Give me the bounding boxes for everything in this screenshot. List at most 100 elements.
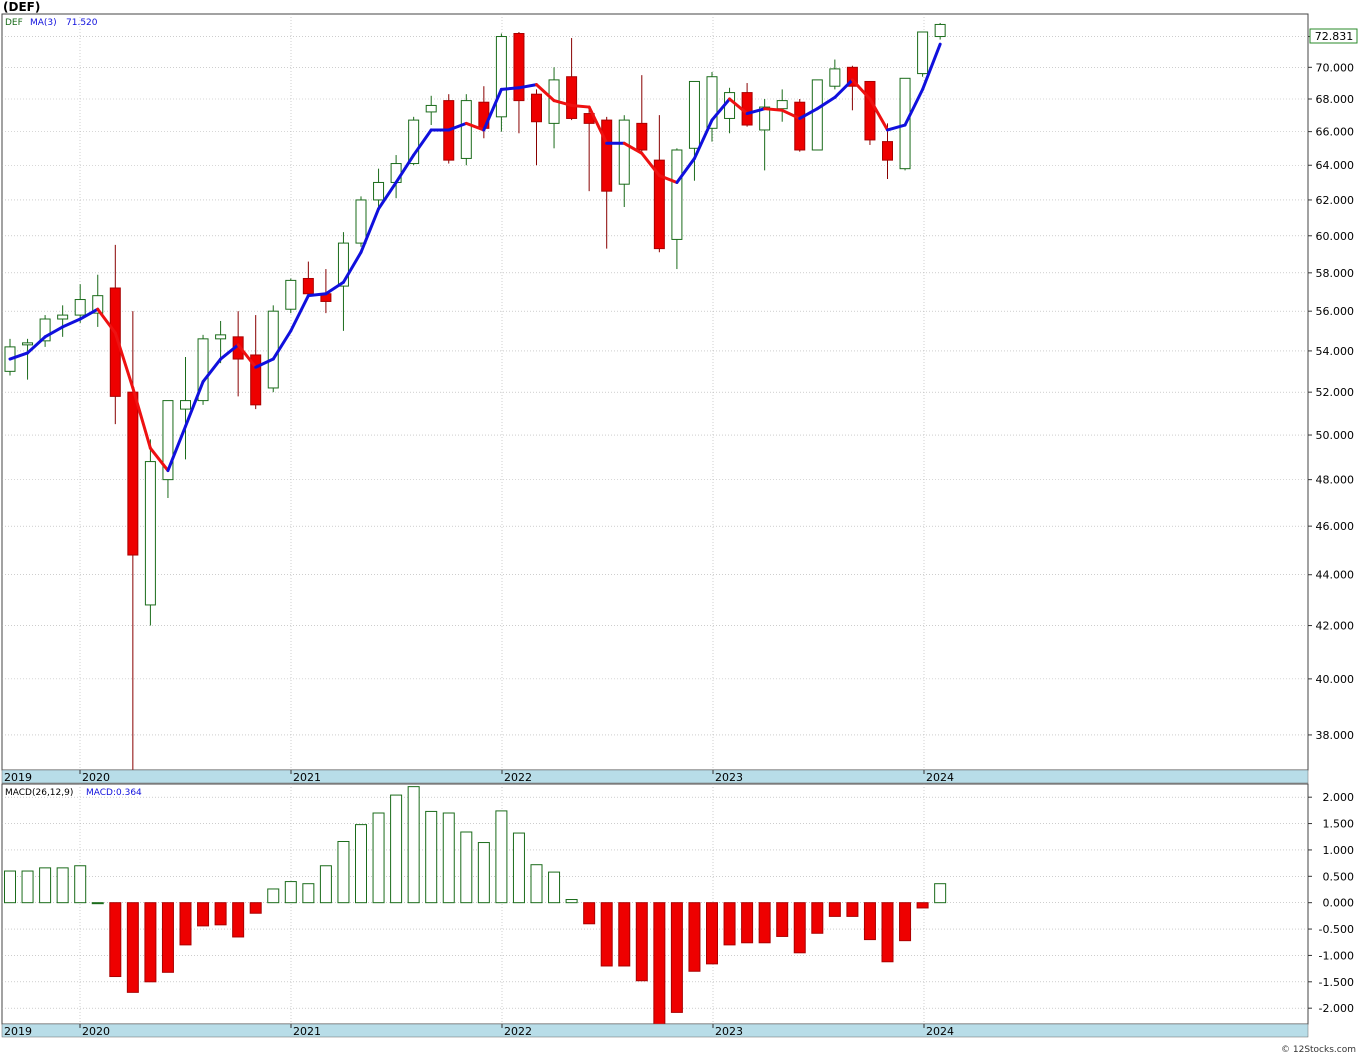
macd-bar [284, 881, 297, 904]
macd-bar [828, 902, 841, 917]
price-tick-label: 66.000 [1316, 126, 1355, 139]
candle-body [934, 23, 946, 38]
ma3-segment [763, 107, 784, 112]
macd-bar [337, 840, 350, 904]
price-x-axis-label: 2021 [293, 771, 321, 784]
chart-title: (DEF) [3, 0, 40, 14]
macd-bar [600, 902, 613, 967]
macd-tick-label: -1.000 [1319, 949, 1354, 962]
macd-bar [74, 865, 87, 904]
macd-bar [811, 902, 824, 934]
macd-tick-label: 1.500 [1323, 818, 1355, 831]
macd-bar [4, 870, 16, 904]
macd-value: MACD:0.364 [86, 788, 142, 798]
candle-body [864, 80, 876, 141]
price-x-axis-label: 2024 [926, 771, 954, 784]
macd-bar [846, 902, 859, 917]
ma3-segment [499, 86, 521, 91]
macd-bar [723, 902, 736, 946]
macd-bar [863, 902, 876, 941]
macd-label: MACD(26,12,9) [5, 788, 73, 798]
macd-bar [477, 842, 490, 904]
candle-body [355, 199, 367, 244]
macd-panel: 2.000 1.500 1.000 0.500 0.000 -0.500 -1.000 -1.… [1, 783, 1355, 1028]
macd-bar [512, 832, 525, 904]
macd-tick-label: 0.000 [1323, 897, 1355, 910]
macd-bar [56, 867, 69, 904]
candle-body [794, 101, 806, 151]
macd-bar [39, 867, 52, 904]
stock-chart-page: 38.000 40.000 42.000 44.000 46.000 48.000 50.0… [0, 0, 1360, 1056]
candle-body [425, 104, 437, 113]
candle-body [302, 277, 314, 295]
candle-body [917, 31, 929, 75]
macd-bar [635, 902, 648, 982]
macd-x-axis-label: 2020 [82, 1025, 110, 1038]
price-x-axis-strip [1, 769, 1309, 784]
price-tick-label: 50.000 [1316, 429, 1355, 442]
price-tick-label: 48.000 [1316, 474, 1355, 487]
macd-bar [565, 899, 578, 904]
macd-bar [460, 831, 473, 904]
price-x-axis-label: 2019 [4, 771, 32, 784]
macd-bar [618, 902, 631, 967]
macd-bar [407, 786, 420, 904]
price-tick-label: 46.000 [1316, 520, 1355, 533]
price-tick-label: 58.000 [1316, 267, 1355, 280]
price-tick-label: 52.000 [1316, 386, 1355, 399]
legend-ma-value: 71.520 [66, 18, 98, 28]
macd-x-axis-label: 2022 [504, 1025, 532, 1038]
price-tick-label: 64.000 [1316, 159, 1355, 172]
candle-body [601, 119, 613, 192]
macd-bar [934, 883, 947, 904]
macd-bar [548, 871, 561, 904]
price-tick-label: 42.000 [1316, 620, 1355, 633]
macd-bar [302, 883, 315, 904]
price-x-axis-label: 2020 [82, 771, 110, 784]
macd-bar [91, 902, 104, 905]
candle-body [267, 310, 279, 389]
macd-tick-label: 1.000 [1323, 844, 1355, 857]
macd-bar [758, 902, 771, 944]
candle-body [882, 141, 893, 161]
candle-body [531, 93, 542, 123]
macd-bar [530, 864, 543, 904]
macd-bar [706, 902, 718, 965]
macd-x-axis-label: 2021 [293, 1025, 321, 1038]
macd-bar [319, 865, 332, 904]
macd-tick-label: -1.500 [1319, 976, 1354, 989]
price-tick-label: 60.000 [1316, 230, 1355, 243]
macd-bar [109, 902, 122, 978]
chart-canvas: 38.000 40.000 42.000 44.000 46.000 48.000 50.0… [0, 0, 1360, 1056]
macd-bar [495, 810, 508, 904]
macd-bar [793, 902, 806, 954]
candle-body [180, 400, 191, 410]
candle-body [215, 334, 227, 340]
price-tick-label: 56.000 [1316, 305, 1355, 318]
candle-body [776, 100, 788, 110]
price-tick-label: 62.000 [1316, 194, 1355, 207]
price-tick-label: 70.000 [1316, 61, 1355, 74]
ma3-segment [306, 292, 328, 298]
macd-x-axis-label: 2024 [926, 1025, 954, 1038]
macd-bar [881, 902, 894, 963]
macd-x-axis-label: 2023 [715, 1025, 743, 1038]
macd-bar [741, 902, 754, 944]
candle-body [829, 68, 841, 87]
macd-x-axis-strip [1, 1023, 1309, 1038]
candle-body [144, 461, 156, 606]
legend-ma: MA(3) [30, 18, 57, 28]
candle-body [57, 314, 69, 320]
candle-body [513, 33, 525, 102]
macd-bar [442, 812, 455, 904]
macd-bar [179, 902, 192, 946]
macd-bar [232, 902, 245, 938]
price-tick-label: 44.000 [1316, 569, 1355, 582]
price-x-axis-label: 2023 [715, 771, 743, 784]
macd-bar [653, 902, 666, 1028]
macd-bar [21, 870, 34, 904]
macd-bar [372, 812, 385, 904]
candle-body [495, 36, 507, 118]
macd-bar [267, 888, 280, 904]
macd-bar [390, 794, 403, 904]
